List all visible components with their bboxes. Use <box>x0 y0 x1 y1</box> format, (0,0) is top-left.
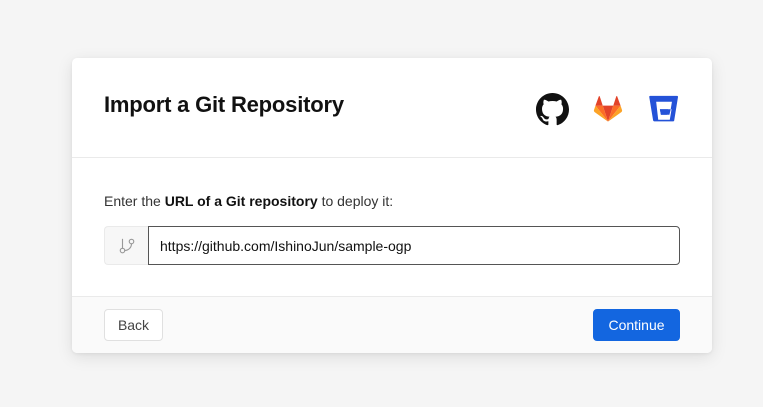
continue-button[interactable]: Continue <box>593 309 680 341</box>
prompt-suffix: to deploy it: <box>317 193 394 209</box>
git-url-input[interactable] <box>148 226 680 265</box>
import-repository-dialog: Import a Git Repository Enter the URL of… <box>72 58 712 353</box>
github-icon <box>535 92 569 125</box>
dialog-footer: Back Continue <box>72 296 712 353</box>
gitlab-provider-button[interactable] <box>590 91 626 127</box>
dialog-header: Import a Git Repository <box>72 58 712 158</box>
back-button[interactable]: Back <box>104 309 163 341</box>
gitlab-icon <box>593 96 623 122</box>
github-provider-button[interactable] <box>534 91 570 127</box>
prompt-bold: URL of a Git repository <box>164 193 318 209</box>
url-prompt: Enter the URL of a Git repository to dep… <box>104 193 393 209</box>
prompt-prefix: Enter the <box>104 193 165 209</box>
url-input-prefix <box>104 226 148 265</box>
bitbucket-provider-button[interactable] <box>646 91 682 127</box>
bitbucket-icon <box>649 95 679 122</box>
git-branch-icon <box>119 238 134 253</box>
dialog-title: Import a Git Repository <box>104 92 344 117</box>
dialog-body: Enter the URL of a Git repository to dep… <box>72 158 712 296</box>
url-input-group <box>104 226 680 265</box>
